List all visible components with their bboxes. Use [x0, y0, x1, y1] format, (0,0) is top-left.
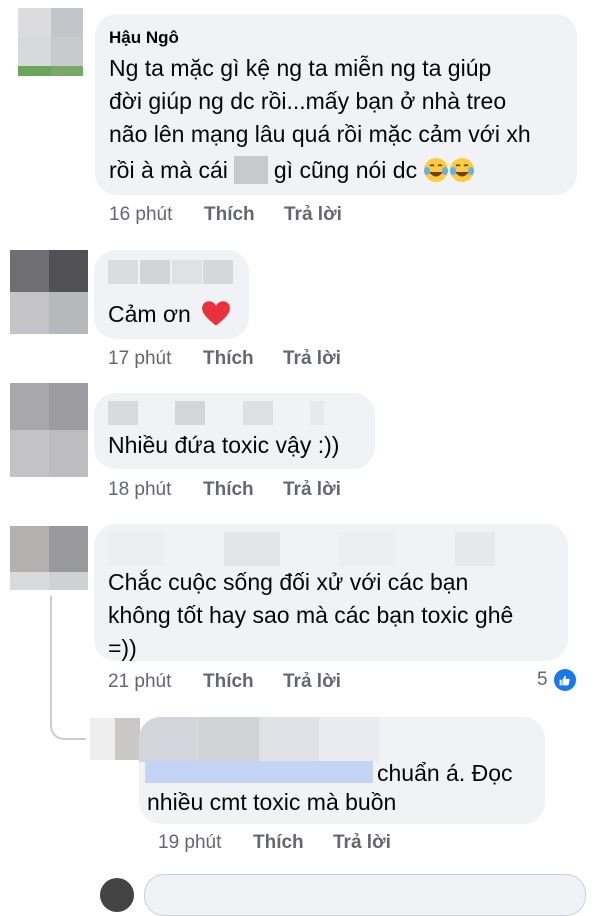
reply-button[interactable]: Trả lời — [283, 671, 341, 693]
like-button[interactable]: Thích — [203, 671, 283, 693]
reply-button[interactable]: Trả lời — [283, 479, 341, 501]
like-button[interactable]: Thích — [203, 348, 283, 370]
comment-bubble: Hậu Ngô Ng ta mặc gì kệ ng ta miễn ng ta… — [95, 14, 577, 195]
face-with-tears-of-joy-icon — [450, 158, 475, 182]
comment-text-line: Chắc cuộc sống đối xử với các bạn — [108, 569, 469, 595]
comment-text-line: đời giúp ng dc rồi...mấy bạn ở nhà treo — [109, 88, 507, 114]
blurred-author-name — [108, 532, 554, 566]
comment-text-line: gì cũng nói dc — [273, 157, 418, 183]
blurred-author-name — [108, 260, 235, 284]
like-button[interactable]: Thích — [253, 832, 333, 854]
comment-actions: 19 phút Thích Trả lời — [158, 832, 391, 854]
comment-text-line: không tốt hay sao mà các bạn toxic ghê — [108, 602, 514, 628]
comment-time[interactable]: 21 phút — [108, 671, 203, 693]
comment-bubble: Chắc cuộc sống đối xử với các bạn không … — [94, 524, 568, 661]
avatar[interactable] — [10, 250, 88, 334]
avatar[interactable] — [90, 718, 140, 760]
reply-input-avatar — [100, 878, 134, 912]
comment-actions: 18 phút Thích Trả lời — [108, 479, 341, 501]
comment-time[interactable]: 18 phút — [108, 479, 203, 501]
comment-text-line: nhiều cmt toxic mà buồn — [147, 789, 397, 815]
comment-actions: 21 phút Thích Trả lời — [108, 671, 341, 693]
reaction-count: 5 — [537, 669, 548, 690]
comment-bubble: Nhiều đứa toxic vậy :)) — [94, 393, 375, 469]
thumbs-up-icon — [553, 669, 576, 691]
comment-text-line: chuẩn á. Đọc — [377, 760, 513, 786]
like-button[interactable]: Thích — [204, 204, 284, 226]
redacted-word — [233, 156, 268, 184]
red-heart-icon — [202, 301, 231, 326]
reaction-summary[interactable]: 5 — [537, 669, 576, 691]
reply-button[interactable]: Trả lời — [283, 348, 341, 370]
comment-text-line: rồi à mà cái — [109, 157, 228, 183]
comment-actions: 17 phút Thích Trả lời — [108, 348, 341, 370]
blurred-mention — [145, 761, 373, 783]
like-button[interactable]: Thích — [203, 479, 283, 501]
reply-input[interactable] — [144, 874, 586, 916]
face-with-tears-of-joy-icon — [424, 158, 449, 182]
comment-bubble: chuẩn á. Đọc nhiều cmt toxic mà buồn — [139, 717, 545, 824]
comment-author[interactable]: Hậu Ngô — [109, 28, 559, 48]
blurred-author-name — [139, 717, 379, 762]
blurred-author-name — [108, 401, 361, 425]
comment-bubble: Cảm ơn — [94, 250, 249, 339]
comment-time[interactable]: 19 phút — [158, 832, 253, 854]
comment-text-line: Ng ta mặc gì kệ ng ta miễn ng ta giúp — [109, 55, 492, 81]
reply-button[interactable]: Trả lời — [333, 832, 391, 854]
reply-thread-line — [50, 596, 86, 740]
comment-actions: 16 phút Thích Trả lời — [109, 204, 342, 226]
reply-button[interactable]: Trả lời — [284, 204, 342, 226]
avatar[interactable] — [10, 526, 88, 590]
avatar[interactable] — [18, 8, 83, 76]
comment-text: Cảm ơn — [108, 301, 191, 327]
comment-time[interactable]: 16 phút — [109, 204, 204, 226]
comment-time[interactable]: 17 phút — [108, 348, 203, 370]
avatar[interactable] — [10, 383, 88, 477]
comment-text: Nhiều đứa toxic vậy :)) — [108, 432, 340, 458]
comment-text-line: =)) — [108, 635, 137, 661]
comment-text-line: não lên mạng lâu quá rồi mặc cảm với xh — [109, 121, 531, 147]
